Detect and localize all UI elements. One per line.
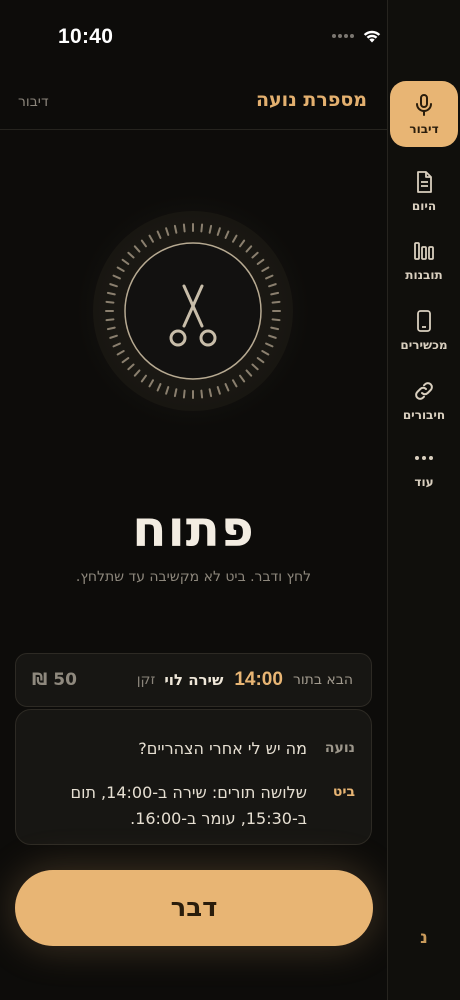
more-icon — [415, 455, 433, 460]
rail-label: עוד — [414, 474, 434, 489]
dial-tick — [270, 326, 280, 331]
document-icon — [417, 170, 432, 193]
dial-tick — [106, 326, 116, 331]
next-appointment-card[interactable]: הבא בתור 14:00 שירה לוי זקן 50 ₪ — [15, 653, 372, 707]
message-text: מה יש לי אחרי הצהריים? — [138, 739, 307, 758]
app-header: מספרת נועה דיבור — [0, 72, 387, 130]
dial-tick — [182, 223, 186, 233]
rail-label: דיבור — [409, 121, 439, 136]
dial-tick — [200, 389, 204, 399]
message-speaker: ביט — [332, 784, 355, 800]
next-time: 14:00 — [234, 669, 283, 690]
next-price: 50 ₪ — [32, 670, 77, 690]
dial-tick — [271, 318, 281, 322]
conversation-card: נועה מה יש לי אחרי הצהריים? ביט שלושה תו… — [15, 709, 372, 845]
rail-item-today[interactable]: היום — [390, 160, 458, 222]
mode-label: דיבור — [18, 94, 49, 110]
rail-label: מכשירים — [400, 337, 448, 352]
assistant-hint: לחץ ודבר. ביט לא מקשיבה עד שתלחץ. — [75, 569, 312, 585]
talk-button[interactable]: דבר — [15, 870, 373, 946]
next-label: הבא בתור — [292, 672, 353, 688]
message-text: שלושה תורים: שירה ב-14:00, תום ב-15:30, … — [70, 783, 307, 828]
rail-item-connections[interactable]: חיבורים — [390, 369, 458, 431]
phone-icon — [417, 309, 431, 332]
rail-item-devices[interactable]: מכשירים — [390, 299, 458, 361]
dial-tick — [106, 291, 116, 296]
dial-tick — [208, 388, 213, 398]
signal-icon — [332, 34, 354, 38]
page-title: מספרת נועה — [255, 89, 367, 111]
message-speaker: נועה — [324, 740, 355, 756]
rail-label: חיבורים — [402, 407, 446, 422]
assistant-message: ביט שלושה תורים: שירה ב-14:00, תום ב-15:… — [32, 780, 355, 832]
dial-tick — [208, 224, 213, 234]
dial-tick — [105, 318, 115, 322]
rail-label: היום — [411, 198, 437, 213]
rail-item-talk[interactable]: דיבור — [390, 81, 458, 147]
dial-tick — [182, 389, 186, 399]
assistant-state: פתוח — [132, 500, 255, 558]
wifi-icon — [363, 30, 381, 43]
dial-tick — [271, 300, 281, 304]
scissors-dial-graphic — [93, 211, 293, 411]
dial-tick — [105, 300, 115, 304]
bars-icon — [414, 241, 434, 260]
rail-item-insights[interactable]: תובנות — [390, 229, 458, 291]
dial-tick — [200, 223, 204, 233]
user-message: נועה מה יש לי אחרי הצהריים? — [32, 736, 355, 762]
listening-dial — [78, 196, 308, 426]
profile-initial[interactable]: נ — [388, 928, 460, 948]
link-icon — [415, 381, 433, 400]
dial-tick — [173, 388, 178, 398]
mic-icon — [416, 93, 432, 116]
rail-label: תובנות — [405, 267, 443, 282]
status-time: 10:40 — [58, 25, 114, 48]
side-navigation: דיבור היום תובנות מכשירים חיבורים עוד נ — [387, 0, 460, 1000]
next-service: זקן — [136, 672, 156, 688]
dial-tick — [173, 224, 178, 234]
next-client: שירה לוי — [164, 671, 224, 689]
rail-item-more[interactable]: עוד — [390, 436, 458, 498]
dial-tick — [270, 291, 280, 296]
